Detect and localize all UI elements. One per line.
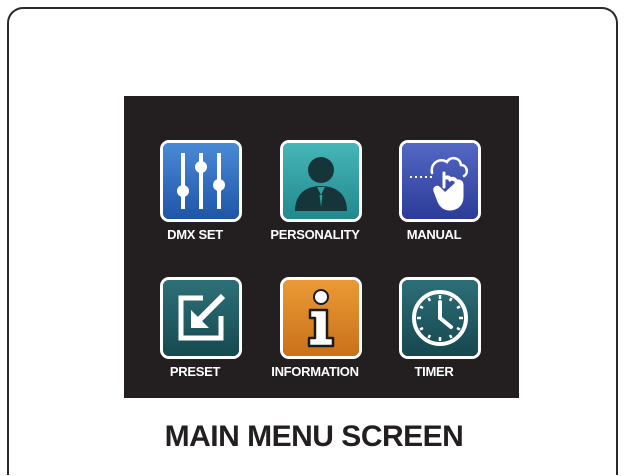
- person-icon: [280, 140, 362, 222]
- menu-item-label: TIMER: [414, 364, 454, 379]
- menu-item-information[interactable]: INFORMATION: [263, 277, 367, 383]
- touch-hand-icon: [399, 140, 481, 222]
- clock-icon: [399, 277, 481, 359]
- menu-item-manual[interactable]: MANUAL: [382, 140, 486, 246]
- menu-item-personality[interactable]: PERSONALITY: [263, 140, 367, 246]
- menu-item-label: MANUAL: [406, 227, 462, 242]
- menu-item-timer[interactable]: TIMER: [382, 277, 486, 383]
- screen-caption: MAIN MENU SCREEN: [164, 420, 464, 453]
- sliders-icon: [160, 140, 242, 222]
- menu-item-dmx-set[interactable]: DMX SET: [143, 140, 247, 246]
- main-menu-screen: DMX SET PERSONALITY MANUAL PRESET INFORM…: [124, 96, 519, 398]
- info-icon: [280, 277, 362, 359]
- edit-arrow-icon: [160, 277, 242, 359]
- menu-item-preset[interactable]: PRESET: [143, 277, 247, 383]
